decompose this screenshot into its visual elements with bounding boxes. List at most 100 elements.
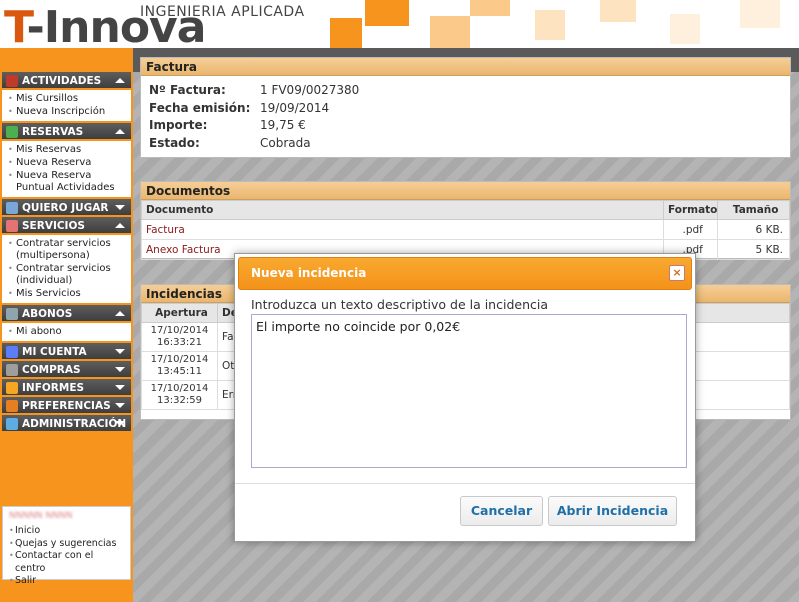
- factura-row: Fecha emisión: 19/09/2014: [141, 100, 790, 118]
- sidebar-item[interactable]: Contratar servicios (multipersona): [8, 238, 131, 262]
- user-link-contactar[interactable]: Contactar con el centro: [9, 550, 124, 575]
- factura-row: Nº Factura: 1 FV09/0027380: [141, 82, 790, 100]
- sidebar-section-label: RESERVAS: [22, 126, 84, 138]
- factura-label: Importe:: [149, 118, 208, 132]
- chevron-down-icon[interactable]: [115, 385, 125, 390]
- decor-square: [670, 14, 700, 44]
- decor-square: [430, 16, 470, 48]
- sidebar-item[interactable]: Nueva Reserva Puntual Actividades: [8, 170, 131, 194]
- chevron-up-icon[interactable]: [115, 223, 125, 228]
- dialog-title: Nueva incidencia: [251, 266, 367, 280]
- factura-label: Nº Factura:: [149, 83, 226, 97]
- sidebar-item[interactable]: Contratar servicios (individual): [8, 263, 131, 287]
- factura-label: Fecha emisión:: [149, 100, 251, 115]
- factura-value: 19/09/2014: [260, 100, 330, 115]
- ticket-icon: [6, 308, 18, 320]
- user-link-quejas[interactable]: Quejas y sugerencias: [9, 538, 124, 551]
- documentos-panel: Documentos Documento Formato Tamaño Fact…: [140, 181, 791, 260]
- incidence-date: 17/10/2014: [150, 383, 209, 394]
- decor-square: [535, 10, 565, 40]
- search-icon: [6, 202, 18, 214]
- user-link-inicio[interactable]: Inicio: [9, 525, 124, 538]
- document-size: 6 KB.: [717, 219, 790, 240]
- decor-square: [600, 0, 636, 22]
- user-box: NNNNN NNNN Inicio Quejas y sugerencias C…: [2, 506, 131, 587]
- sidebar-section-label: COMPRAS: [22, 364, 81, 376]
- incidence-time: 13:32:59: [157, 395, 202, 406]
- new-incidence-dialog: Nueva incidencia × Introduzca un texto d…: [234, 253, 696, 542]
- sidebar-section-items: Contratar servicios (multipersona)Contra…: [2, 235, 131, 303]
- incidence-date: 17/10/2014: [150, 354, 209, 365]
- sidebar-section-mi-cuenta[interactable]: MI CUENTA: [2, 343, 131, 361]
- factura-row: Importe: 19,75 €: [141, 117, 790, 135]
- documentos-table: Documento Formato Tamaño Factura .pdf 6 …: [141, 200, 790, 260]
- chevron-down-icon[interactable]: [115, 421, 125, 426]
- incidence-time: 13:45:11: [157, 366, 202, 377]
- column-header-tamano[interactable]: Tamaño: [717, 200, 790, 220]
- sidebar-section-administraci-n[interactable]: ADMINISTRACIÓN: [2, 415, 131, 433]
- dialog-divider: [235, 483, 695, 484]
- user-link-salir[interactable]: Salir: [9, 575, 124, 588]
- user-icon: [6, 346, 18, 358]
- column-header-formato[interactable]: Formato: [662, 200, 719, 220]
- column-header-apertura[interactable]: Apertura: [141, 303, 218, 323]
- chevron-up-icon[interactable]: [115, 129, 125, 134]
- factura-label: Estado:: [149, 135, 200, 150]
- open-incidence-button[interactable]: Abrir Incidencia: [548, 496, 677, 526]
- calendar-icon: [6, 75, 18, 87]
- logo-part-t: T: [4, 2, 28, 49]
- decor-square: [365, 0, 409, 26]
- sidebar-section-servicios[interactable]: SERVICIOS: [2, 217, 131, 235]
- incidence-description-input[interactable]: [251, 314, 687, 468]
- sidebar-section-compras[interactable]: COMPRAS: [2, 361, 131, 379]
- cart-icon: [6, 364, 18, 376]
- document-link[interactable]: Anexo Factura: [146, 244, 221, 256]
- grid-icon: [6, 126, 18, 138]
- table-row: Factura .pdf 6 KB.: [141, 219, 790, 240]
- sidebar-item[interactable]: Mis Reservas: [8, 144, 131, 156]
- sidebar-item[interactable]: Nueva Reserva: [8, 157, 131, 169]
- chevron-down-icon[interactable]: [115, 367, 125, 372]
- sidebar-item[interactable]: Mis Servicios: [8, 288, 131, 300]
- chevron-down-icon[interactable]: [115, 349, 125, 354]
- admin-icon: [6, 418, 18, 430]
- document-size: 5 KB.: [717, 239, 790, 260]
- logo[interactable]: T-Innova: [4, 6, 206, 49]
- incidence-date: 17/10/2014: [150, 325, 209, 336]
- sidebar-section-preferencias[interactable]: PREFERENCIAS: [2, 397, 131, 415]
- sidebar-section-actividades[interactable]: ACTIVIDADES: [2, 72, 131, 90]
- chart-icon: [6, 382, 18, 394]
- document-format: .pdf: [662, 219, 719, 240]
- sidebar-section-label: ABONOS: [22, 308, 73, 320]
- sidebar-item[interactable]: Mis Cursillos: [8, 93, 131, 105]
- column-header-documento[interactable]: Documento: [141, 200, 664, 220]
- sidebar-item[interactable]: Nueva Inscripción: [8, 106, 131, 118]
- services-icon: [6, 220, 18, 232]
- sidebar-section-label: SERVICIOS: [22, 220, 85, 232]
- sidebar-section-reservas[interactable]: RESERVAS: [2, 123, 131, 141]
- factura-value: 1 FV09/0027380: [260, 83, 360, 97]
- decor-square: [470, 0, 510, 16]
- document-link[interactable]: Factura: [146, 224, 185, 236]
- sidebar-section-abonos[interactable]: ABONOS: [2, 305, 131, 323]
- factura-row: Estado: Cobrada: [141, 135, 790, 153]
- sidebar-item[interactable]: Mi abono: [8, 326, 131, 338]
- dialog-titlebar[interactable]: Nueva incidencia ×: [238, 257, 692, 290]
- factura-value: 19,75 €: [260, 118, 306, 132]
- sidebar: ACTIVIDADES Mis CursillosNueva Inscripció…: [0, 48, 133, 602]
- logo-part-innova: -Innova: [26, 2, 207, 49]
- chevron-up-icon[interactable]: [115, 78, 125, 83]
- sidebar-section-items: Mis CursillosNueva Inscripción: [2, 90, 131, 121]
- close-icon[interactable]: ×: [669, 265, 685, 281]
- dialog-prompt: Introduzca un texto descriptivo de la in…: [251, 297, 549, 312]
- chevron-down-icon[interactable]: [115, 403, 125, 408]
- chevron-up-icon[interactable]: [115, 311, 125, 316]
- app-header: INGENIERIA APLICADA T-Innova: [0, 0, 799, 48]
- sidebar-section-label: ACTIVIDADES: [22, 75, 102, 87]
- chevron-down-icon[interactable]: [115, 205, 125, 210]
- sidebar-section-informes[interactable]: INFORMES: [2, 379, 131, 397]
- factura-value: Cobrada: [260, 135, 311, 150]
- cancel-button[interactable]: Cancelar: [460, 496, 543, 526]
- sidebar-section-label: PREFERENCIAS: [22, 400, 111, 412]
- sidebar-section-quiero-jugar[interactable]: QUIERO JUGAR: [2, 199, 131, 217]
